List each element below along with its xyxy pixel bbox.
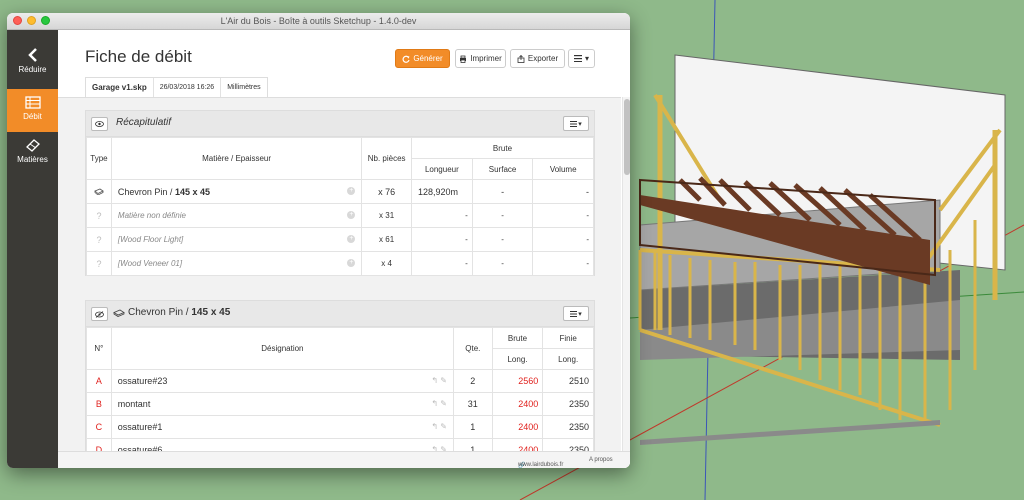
printer-icon: [460, 55, 467, 63]
hide-icon[interactable]: ↰: [431, 399, 438, 408]
material-cell: [Wood Floor Light] +: [110, 227, 363, 252]
unknown-material-icon: ?: [96, 258, 102, 269]
sidebar: Réduire Débit Matières: [7, 30, 58, 468]
minimize-window-button[interactable]: [27, 16, 36, 25]
scrollbar-thumb[interactable]: [624, 99, 630, 175]
col-type: Type: [86, 137, 112, 180]
group-title: Chevron Pin / 145 x 45: [128, 307, 231, 318]
sidebar-item-reduire[interactable]: Réduire: [7, 48, 58, 88]
scrollbar[interactable]: [622, 97, 630, 468]
hide-icon[interactable]: ↰: [431, 376, 438, 385]
col-brute: Brute: [410, 137, 595, 159]
model-date: 26/03/2018 16:26: [154, 78, 222, 98]
add-icon[interactable]: +: [347, 211, 356, 219]
col-volume: Volume: [532, 158, 594, 180]
col-length: Longueur: [410, 158, 473, 180]
toggle-visibility-button[interactable]: [91, 117, 108, 131]
summary-panel: Récapitulatif ▾ Type Matière / Epaisseur…: [85, 110, 595, 276]
summary-table: Type Matière / Epaisseur Nb. pièces Brut…: [86, 137, 595, 276]
pencil-icon[interactable]: ✎: [440, 422, 447, 431]
col-finie: Finie: [542, 327, 594, 349]
hamburger-icon: [570, 310, 578, 317]
caret-down-icon: ▾: [578, 310, 582, 318]
col-material: Matière / Epaisseur: [110, 137, 363, 180]
model-unit: Millimètres: [227, 84, 261, 91]
unknown-material-icon: ?: [96, 210, 102, 221]
hamburger-icon: [570, 120, 578, 127]
col-brute: Brute: [491, 327, 544, 349]
summary-title: Récapitulatif: [116, 117, 172, 128]
export-button[interactable]: Exporter: [510, 49, 565, 68]
sidebar-item-debit[interactable]: Débit: [7, 89, 58, 132]
menu-button[interactable]: ▾: [568, 49, 595, 68]
content-area: Récapitulatif ▾ Type Matière / Epaisseur…: [58, 97, 621, 468]
material-cell: Matière non définie +: [110, 203, 363, 228]
sidebar-item-matieres[interactable]: Matières: [7, 138, 58, 176]
title-bar: L'Air du Bois - Boîte à outils Sketchup …: [7, 13, 630, 30]
table-row[interactable]: B montant ↰ ✎ 31 2400 2350: [86, 392, 594, 416]
table-row[interactable]: ? [Wood Veneer 01] + x 4 - - -: [86, 251, 594, 276]
col-surface: Surface: [471, 158, 534, 180]
generate-button[interactable]: Générer: [395, 49, 450, 68]
export-icon: [517, 54, 525, 63]
about-link[interactable]: A propos: [589, 457, 613, 463]
model-info-tabs: Garage v1.skp 26/03/2018 16:26 Millimètr…: [85, 77, 268, 98]
refresh-icon: [402, 55, 410, 63]
page-title: Fiche de débit: [85, 47, 192, 66]
designation-cell: montant ↰ ✎: [110, 392, 454, 416]
zoom-window-button[interactable]: [41, 16, 50, 25]
col-qty: Qte.: [452, 327, 493, 370]
cutting-list-icon: [24, 96, 41, 109]
chevron-left-icon: [27, 48, 37, 62]
tab-model-name[interactable]: Garage v1.skp: [86, 78, 154, 98]
app-window: L'Air du Bois - Boîte à outils Sketchup …: [7, 13, 630, 468]
group-menu-button[interactable]: ▾: [563, 306, 589, 321]
designation-cell: ossature#1 ↰ ✎: [110, 415, 454, 439]
designation-cell: ossature#23 ↰ ✎: [110, 369, 454, 393]
col-brute-long: Long.: [491, 348, 544, 370]
window-title: L'Air du Bois - Boîte à outils Sketchup …: [220, 16, 417, 26]
summary-header: Récapitulatif ▾: [86, 111, 594, 137]
wood-plank-icon: [113, 309, 125, 317]
material-cell: Chevron Pin / 145 x 45 +: [110, 179, 363, 204]
table-row[interactable]: ? Matière non définie + x 31 - - -: [86, 203, 594, 228]
hide-icon[interactable]: ↰: [431, 422, 438, 431]
table-row[interactable]: ? [Wood Floor Light] + x 61 - - -: [86, 227, 594, 252]
wood-plank-icon: [94, 188, 104, 195]
status-bar: 🔗 www.lairdubois.fr A propos: [58, 451, 630, 468]
col-num: N°: [86, 327, 112, 370]
unknown-material-icon: ?: [96, 234, 102, 245]
eye-slash-icon: [95, 310, 104, 318]
summary-menu-button[interactable]: ▾: [563, 116, 589, 131]
pencil-icon[interactable]: ✎: [440, 399, 447, 408]
pencil-icon[interactable]: ✎: [440, 376, 447, 385]
table-row[interactable]: A ossature#23 ↰ ✎ 2 2560 2510: [86, 369, 594, 393]
hamburger-icon: [573, 55, 582, 62]
group-header: Chevron Pin / 145 x 45 ▾: [86, 301, 594, 327]
table-row[interactable]: Chevron Pin / 145 x 45 + x 76 128,920m - …: [86, 179, 594, 204]
material-cell: [Wood Veneer 01] +: [110, 251, 363, 276]
eye-icon: [95, 121, 104, 127]
add-icon[interactable]: +: [347, 186, 356, 195]
col-pieces: Nb. pièces: [361, 137, 412, 180]
table-row[interactable]: C ossature#1 ↰ ✎ 1 2400 2350: [86, 415, 594, 439]
caret-down-icon: ▾: [584, 54, 589, 63]
close-window-button[interactable]: [13, 16, 22, 25]
group-panel: Chevron Pin / 145 x 45 ▾ N° Désignation …: [85, 300, 595, 468]
col-designation: Désignation: [110, 327, 454, 370]
main-panel: Fiche de débit Générer Imprimer Exporter…: [58, 30, 630, 468]
add-icon[interactable]: +: [347, 235, 356, 243]
caret-down-icon: ▾: [578, 120, 582, 128]
materials-icon: [25, 139, 40, 152]
toggle-visibility-button[interactable]: [91, 307, 108, 321]
parts-table: N° Désignation Qte. Brute Finie Long. Lo…: [86, 327, 594, 462]
add-icon[interactable]: +: [347, 259, 356, 267]
print-button[interactable]: Imprimer: [455, 49, 506, 68]
col-finie-long: Long.: [542, 348, 594, 370]
